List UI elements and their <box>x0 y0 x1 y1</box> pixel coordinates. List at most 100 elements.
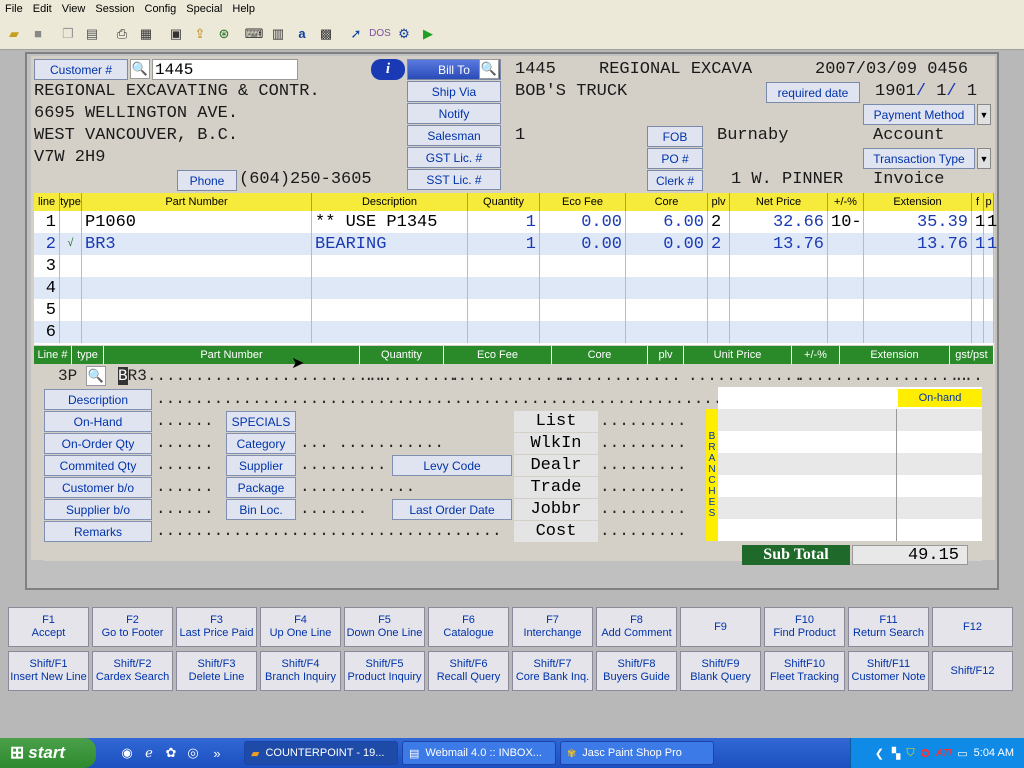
description-field[interactable]: ........................................… <box>156 390 761 408</box>
shift-f-key-8[interactable]: Shift/F8 Buyers Guide <box>596 651 677 691</box>
f-key-7[interactable]: F7 Interchange <box>512 607 593 647</box>
tray-ati-icon[interactable]: ATI <box>936 748 951 759</box>
print-setup-icon[interactable]: ▦ <box>136 24 156 44</box>
phone-field[interactable]: (604)250-3605 <box>239 170 372 189</box>
shift-f-key-7[interactable]: Shift/F7 Core Bank Inq. <box>512 651 593 691</box>
f-key-4[interactable]: F4 Up One Line <box>260 607 341 647</box>
clerk-number-button[interactable]: Clerk # <box>647 170 703 191</box>
shift-f-key-5[interactable]: Shift/F5 Product Inquiry <box>344 651 425 691</box>
connect-icon[interactable]: ⊛ <box>214 24 234 44</box>
shift-f-key-12[interactable]: Shift/F12 <box>932 651 1013 691</box>
transaction-type-dropdown-icon[interactable]: ▼ <box>977 148 991 169</box>
entry-eco-fee-field[interactable]: ............. <box>448 367 573 385</box>
table-row[interactable]: 5 <box>34 299 994 321</box>
entry-extension-field[interactable]: ............. <box>844 367 969 385</box>
specials-button[interactable]: SPECIALS <box>226 411 296 432</box>
sst-lic-button[interactable]: SST Lic. # <box>407 169 501 190</box>
shift-f-key-3[interactable]: Shift/F3 Delete Line <box>176 651 257 691</box>
package-button[interactable]: Package <box>226 477 296 498</box>
info-icon[interactable]: i <box>371 59 405 80</box>
font-icon[interactable]: a <box>292 24 312 44</box>
shift-f-key-1[interactable]: Shift/F1 Insert New Line <box>8 651 89 691</box>
copy-icon[interactable]: ❐ <box>58 24 78 44</box>
required-date-field[interactable]: 1901/ 1/ 1 <box>875 82 977 101</box>
menu-help[interactable]: Help <box>227 3 260 15</box>
payment-method-button[interactable]: Payment Method <box>863 104 975 125</box>
tray-expand-icon[interactable]: ❮ <box>875 747 884 760</box>
media-icon[interactable]: ✿ <box>162 744 180 762</box>
commited-qty-button[interactable]: Commited Qty <box>44 455 152 476</box>
internet-explorer-icon[interactable]: ℯ <box>140 744 158 762</box>
form-icon[interactable]: ▥ <box>268 24 288 44</box>
phone-button[interactable]: Phone <box>177 170 237 191</box>
save-icon[interactable]: ■ <box>28 24 48 44</box>
remarks-field[interactable]: .................................... <box>156 522 502 540</box>
grid-icon[interactable]: ▩ <box>316 24 336 44</box>
customer-number-button[interactable]: Customer # <box>34 59 128 80</box>
supplier-button[interactable]: Supplier <box>226 455 296 476</box>
upload-icon[interactable]: ⇪ <box>190 24 210 44</box>
branch-row[interactable] <box>718 409 982 431</box>
menu-edit[interactable]: Edit <box>28 3 57 15</box>
notify-button[interactable]: Notify <box>407 103 501 124</box>
on-order-qty-button[interactable]: On-Order Qty <box>44 433 152 454</box>
macro-icon[interactable]: ⚙ <box>394 24 414 44</box>
search-quicklaunch-icon[interactable]: ◎ <box>184 744 202 762</box>
shift-f-key-6[interactable]: Shift/F6 Recall Query <box>428 651 509 691</box>
table-row[interactable]: 2 √ BR3 BEARING 1 0.00 0.00 2 13.76 13.76 1 1 <box>34 233 997 255</box>
shift-f-key-4[interactable]: Shift/F4 Branch Inquiry <box>260 651 341 691</box>
customer-search-icon[interactable]: 🔍 <box>130 59 150 79</box>
salesman-button[interactable]: Salesman <box>407 125 501 146</box>
desktop-icon[interactable]: ◉ <box>118 744 136 762</box>
tray-network-icon[interactable]: ▭ <box>957 747 967 760</box>
window-icon[interactable]: ▣ <box>166 24 186 44</box>
tray-security-icon[interactable]: ✪ <box>921 747 930 760</box>
gst-lic-button[interactable]: GST Lic. # <box>407 147 501 168</box>
tray-app-icon[interactable]: ▚ <box>892 747 900 760</box>
on-hand-button[interactable]: On-Hand <box>44 411 152 432</box>
help-pointer-icon[interactable]: ➚ <box>346 24 366 44</box>
task-webmail[interactable]: ▤ Webmail 4.0 :: INBOX... <box>402 741 556 765</box>
menu-special[interactable]: Special <box>181 3 227 15</box>
shift-f-key-10[interactable]: ShiftF10 Fleet Tracking <box>764 651 845 691</box>
shift-f-key-11[interactable]: Shift/F11 Customer Note <box>848 651 929 691</box>
description-button[interactable]: Description <box>44 389 152 410</box>
remarks-button[interactable]: Remarks <box>44 521 152 542</box>
menu-session[interactable]: Session <box>90 3 139 15</box>
f-key-10[interactable]: F10 Find Product <box>764 607 845 647</box>
entry-plus-minus-field[interactable]: ..... <box>796 367 844 385</box>
task-counterpoint[interactable]: ▰ COUNTERPOINT - 19... <box>244 741 398 765</box>
branch-row[interactable] <box>718 453 982 475</box>
f-key-8[interactable]: F8 Add Comment <box>596 607 677 647</box>
f-key-1[interactable]: F1 Accept <box>8 607 89 647</box>
f-key-2[interactable]: F2 Go to Footer <box>92 607 173 647</box>
menu-view[interactable]: View <box>57 3 91 15</box>
shift-f-key-9[interactable]: Shift/F9 Blank Query <box>680 651 761 691</box>
last-order-date-button[interactable]: Last Order Date <box>392 499 512 520</box>
task-paint-shop-pro[interactable]: ✾ Jasc Paint Shop Pro <box>560 741 714 765</box>
f-key-6[interactable]: F6 Catalogue <box>428 607 509 647</box>
f-key-12[interactable]: F12 <box>932 607 1013 647</box>
f-key-9[interactable]: F9 <box>680 607 761 647</box>
table-row[interactable]: 3 <box>34 255 994 277</box>
quicklaunch-more-icon[interactable]: » <box>208 744 226 762</box>
payment-method-dropdown-icon[interactable]: ▼ <box>977 104 991 125</box>
play-icon[interactable]: ▶ <box>418 24 438 44</box>
menu-file[interactable]: File <box>0 3 28 15</box>
entry-part-number-field[interactable]: BR3......................... <box>118 367 387 385</box>
ship-via-button[interactable]: Ship Via <box>407 81 501 102</box>
table-row[interactable]: 4 <box>34 277 994 299</box>
table-row[interactable]: 1 P1060 ** USE P1345 1 0.00 6.00 2 32.66 10- 35.3… <box>34 211 997 233</box>
entry-part-search-icon[interactable]: 🔍 <box>86 366 106 386</box>
customer-bo-button[interactable]: Customer b/o <box>44 477 152 498</box>
entry-unit-price-field[interactable]: ............ <box>688 367 803 385</box>
levy-code-button[interactable]: Levy Code <box>392 455 512 476</box>
tray-shield-icon[interactable]: ⛉ <box>906 747 914 760</box>
category-button[interactable]: Category <box>226 433 296 454</box>
shift-f-key-2[interactable]: Shift/F2 Cardex Search <box>92 651 173 691</box>
entry-core-field[interactable]: ........... <box>556 367 662 385</box>
entry-plv-field[interactable]: ... <box>652 367 681 385</box>
table-row[interactable]: 6 <box>34 321 994 343</box>
start-button[interactable]: ⊞ start <box>0 738 96 768</box>
po-number-button[interactable]: PO # <box>647 148 703 169</box>
